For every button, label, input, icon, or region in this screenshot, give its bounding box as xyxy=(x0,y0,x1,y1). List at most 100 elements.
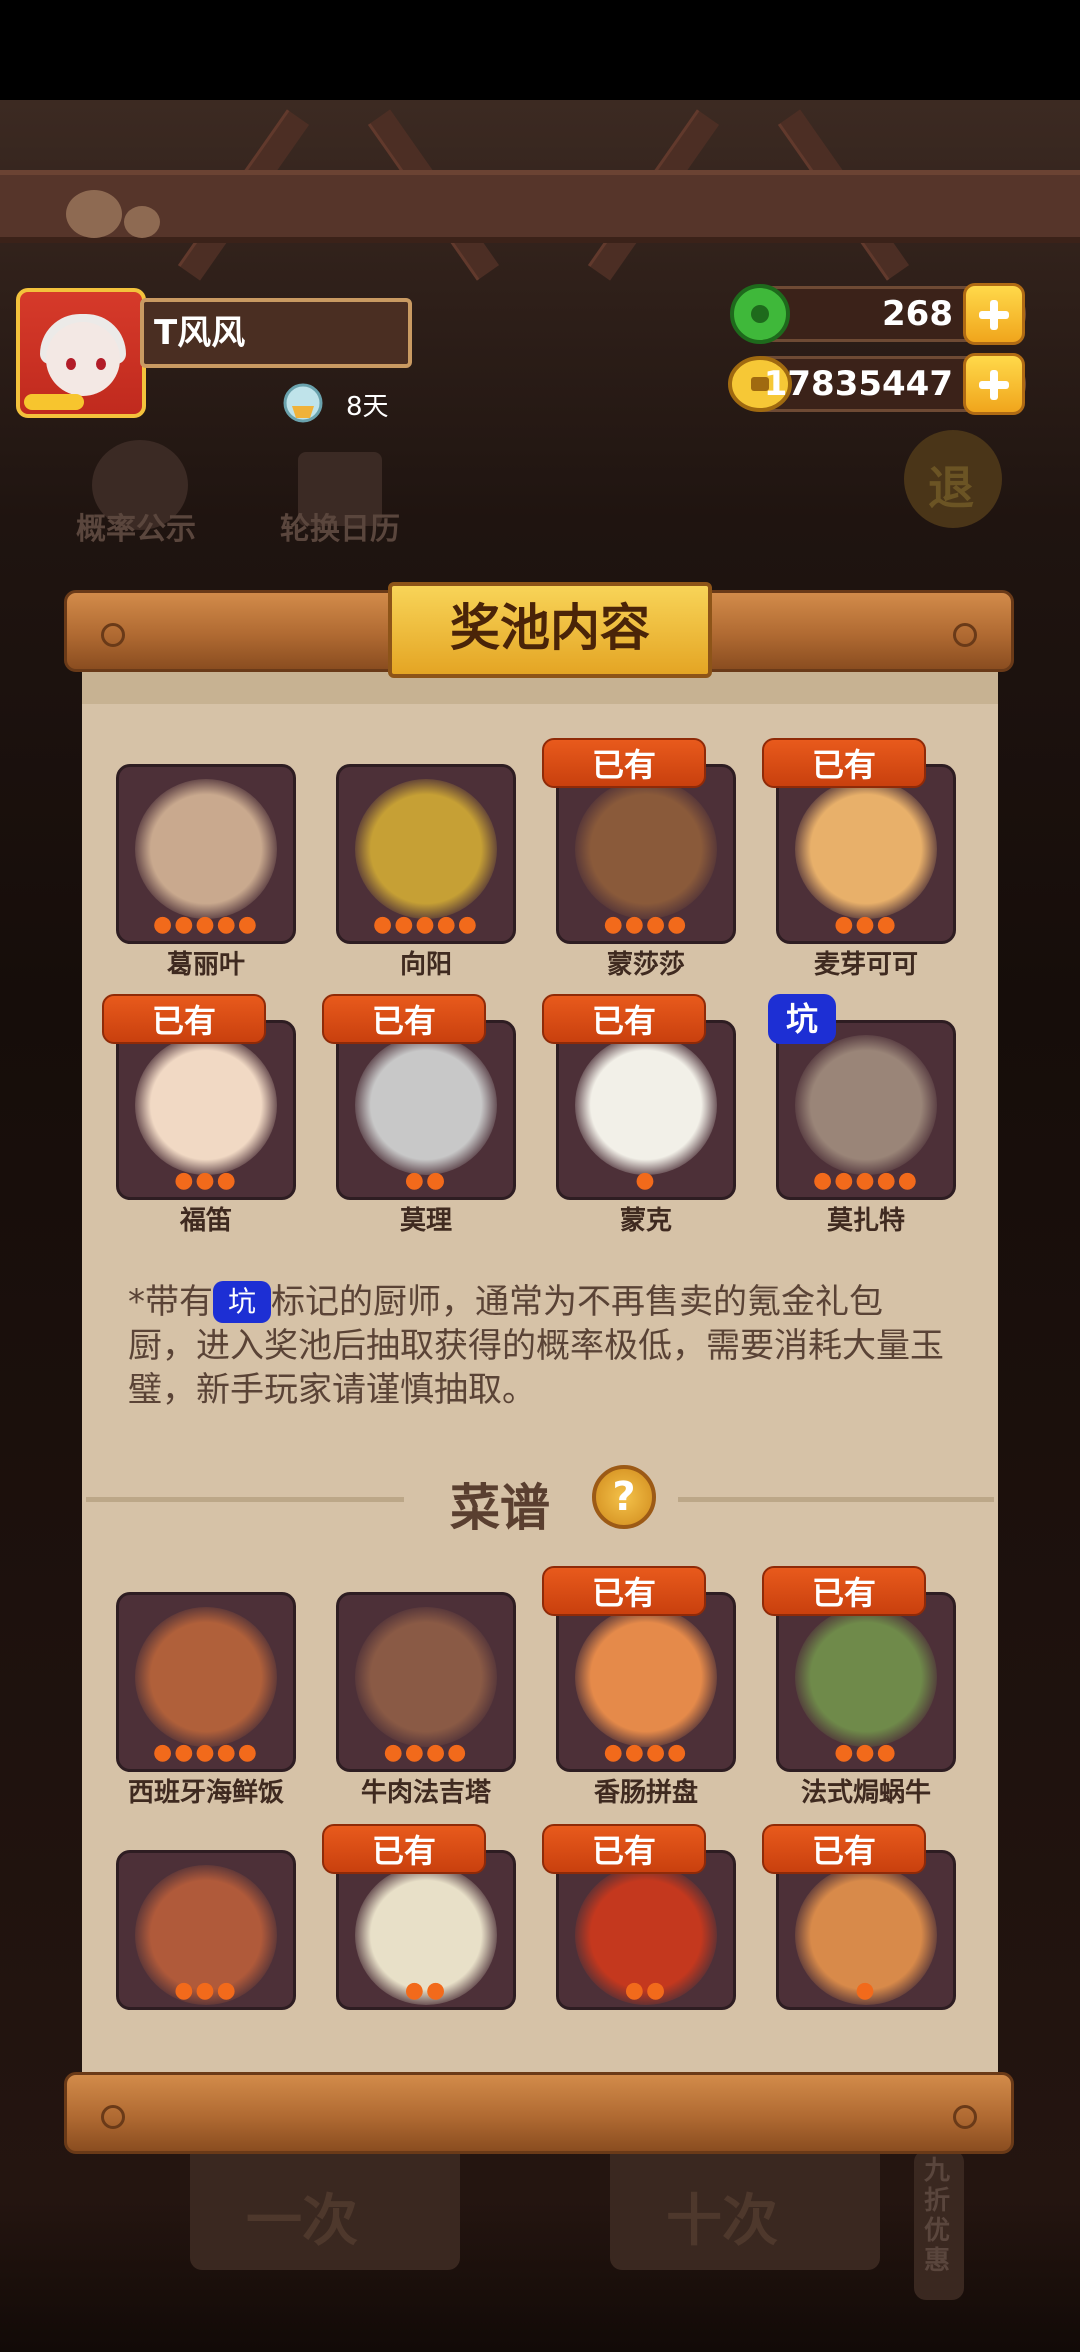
chick-icon xyxy=(124,206,160,238)
recipe-name: 西班牙海鲜饭 xyxy=(127,1778,284,1808)
owned-badge: 已有 xyxy=(762,1824,926,1874)
avatar-eye xyxy=(96,358,106,370)
coin-amount: 17835447 xyxy=(763,364,953,404)
rod-knob xyxy=(953,2105,977,2129)
recipe-name: 法式焗蜗牛 xyxy=(800,1778,931,1808)
chef-name: 向阳 xyxy=(399,950,452,980)
avatar-eye xyxy=(66,358,76,370)
chef-name: 福笛 xyxy=(179,1206,232,1236)
chef-portrait xyxy=(575,1035,717,1175)
chef-name: 蒙莎莎 xyxy=(606,950,685,980)
rarity-flames: ●●●● xyxy=(383,1740,469,1765)
player-name: T风风 xyxy=(140,298,412,368)
calendar-button[interactable]: 轮换日历 xyxy=(280,504,400,548)
rarity-flames: ●●●●● xyxy=(813,1168,919,1193)
recipe-portrait xyxy=(575,1607,717,1747)
recipe-card[interactable]: ●●●● xyxy=(556,1592,736,1772)
rarity-flames: ●●● xyxy=(174,1978,238,2003)
chef-card[interactable]: ●●● xyxy=(116,1020,296,1200)
recipe-section-title: 菜谱 xyxy=(450,1479,550,1537)
draw-once-label: 一次 xyxy=(246,2189,358,2254)
coin-bar: 17835447 xyxy=(728,353,1026,415)
note-prefix: *带有 xyxy=(128,1282,213,1322)
rarity-flames: ● xyxy=(855,1978,877,2003)
chef-card[interactable]: ●●●●● xyxy=(336,764,516,944)
pit-badge: 坑 xyxy=(768,994,836,1044)
exit-button[interactable]: 退 xyxy=(904,430,1002,528)
rarity-flames: ●●●● xyxy=(603,1740,689,1765)
rod-knob xyxy=(953,623,977,647)
recipe-name: 牛肉法吉塔 xyxy=(360,1778,491,1808)
draw-ten-button[interactable]: 十次 xyxy=(610,2140,880,2270)
avatar-coins xyxy=(24,394,84,410)
discount-label: 九折优惠 xyxy=(924,2156,951,2276)
recipe-card[interactable]: ●●●●● xyxy=(116,1592,296,1772)
chef-portrait xyxy=(795,779,937,919)
exit-label: 退 xyxy=(928,461,974,515)
recipe-portrait xyxy=(135,1607,277,1747)
rarity-flames: ●● xyxy=(624,1978,668,2003)
rarity-flames: ●● xyxy=(404,1978,448,2003)
roof-beam xyxy=(0,170,1080,243)
chef-card[interactable]: ●●●●● xyxy=(116,764,296,944)
recipe-card[interactable]: ●●● xyxy=(116,1850,296,2010)
chef-card[interactable]: ●●●●● xyxy=(776,1020,956,1200)
chef-card[interactable]: ●●● xyxy=(776,764,956,944)
chef-portrait xyxy=(135,779,277,919)
pit-note: *带有坑标记的厨师，通常为不再售卖的氪金礼包厨，进入奖池后抽取获得的概率极低，需… xyxy=(128,1280,948,1412)
owned-badge: 已有 xyxy=(322,1824,486,1874)
add-jade-button[interactable] xyxy=(963,283,1025,345)
probability-button[interactable]: 概率公示 xyxy=(76,504,196,548)
status-bar xyxy=(0,0,1080,100)
owned-badge: 已有 xyxy=(542,1566,706,1616)
pool-timer: 8天 xyxy=(346,392,389,422)
owned-badge: 已有 xyxy=(102,994,266,1044)
rarity-flames: ●● xyxy=(404,1168,448,1193)
jade-icon xyxy=(730,284,790,344)
divider xyxy=(86,1497,404,1502)
rarity-flames: ● xyxy=(635,1168,657,1193)
chef-card[interactable]: ●●●● xyxy=(556,764,736,944)
recipe-portrait xyxy=(355,1607,497,1747)
rarity-flames: ●●● xyxy=(834,912,898,937)
rarity-flames: ●●●●● xyxy=(373,912,479,937)
rod-knob xyxy=(101,2105,125,2129)
jade-bar: 268 xyxy=(730,283,1026,345)
owned-badge: 已有 xyxy=(322,994,486,1044)
recipe-portrait xyxy=(795,1607,937,1747)
chef-card[interactable]: ●● xyxy=(336,1020,516,1200)
rarity-flames: ●●● xyxy=(174,1168,238,1193)
rarity-flames: ●●●●● xyxy=(153,1740,259,1765)
chef-card[interactable]: ● xyxy=(556,1020,736,1200)
pit-badge: 坑 xyxy=(213,1281,271,1323)
chef-name: 蒙克 xyxy=(619,1206,672,1236)
owned-badge: 已有 xyxy=(542,1824,706,1874)
jade-amount: 268 xyxy=(882,294,953,334)
owned-badge: 已有 xyxy=(762,1566,926,1616)
chef-portrait xyxy=(575,779,717,919)
rod-knob xyxy=(101,623,125,647)
avatar-face xyxy=(46,322,120,396)
chef-portrait xyxy=(355,779,497,919)
draw-once-button[interactable]: 一次 xyxy=(190,2140,460,2270)
scroll-bottom-rod[interactable] xyxy=(64,2072,1014,2154)
chef-name: 莫扎特 xyxy=(826,1206,905,1236)
rarity-flames: ●●●●● xyxy=(153,912,259,937)
rarity-flames: ●●●● xyxy=(603,912,689,937)
modal-title: 奖池内容 xyxy=(388,582,712,678)
recipe-card[interactable]: ●●●● xyxy=(336,1592,516,1772)
hourglass-icon xyxy=(283,383,323,423)
avatar[interactable] xyxy=(16,288,146,418)
chef-name: 葛丽叶 xyxy=(166,950,245,980)
add-coin-button[interactable] xyxy=(963,353,1025,415)
chef-name: 麦芽可可 xyxy=(813,950,918,980)
chick-icon xyxy=(66,190,122,238)
draw-ten-label: 十次 xyxy=(666,2189,778,2254)
chef-portrait xyxy=(795,1035,937,1175)
recipe-card[interactable]: ●●● xyxy=(776,1592,956,1772)
chef-portrait xyxy=(355,1035,497,1175)
divider xyxy=(678,1497,994,1502)
rarity-flames: ●●● xyxy=(834,1740,898,1765)
help-button[interactable]: ? xyxy=(592,1465,656,1529)
recipe-name: 香肠拼盘 xyxy=(593,1778,698,1808)
